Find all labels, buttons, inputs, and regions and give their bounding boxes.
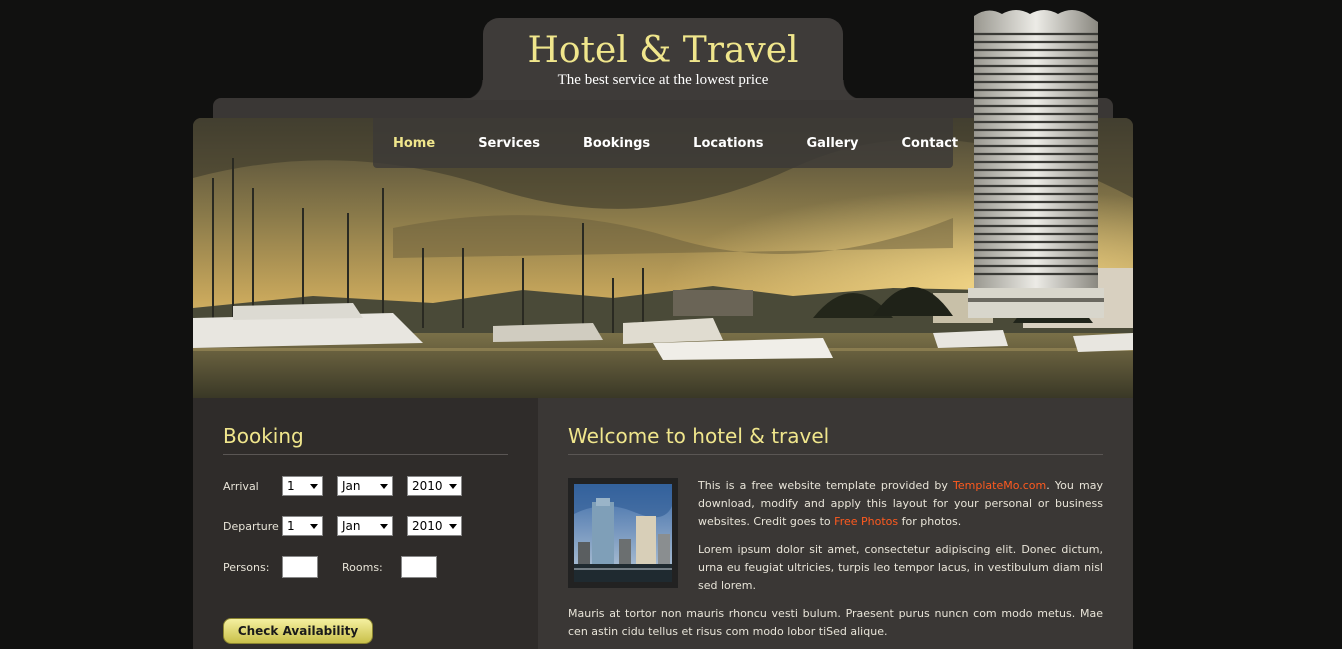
welcome-title: Welcome to hotel & travel <box>568 424 830 448</box>
intro-text-end: for photos. <box>898 515 962 528</box>
chevron-down-icon <box>380 484 388 489</box>
arrival-month-value: Jan <box>342 479 361 493</box>
departure-month-value: Jan <box>342 519 361 533</box>
lorem-paragraph: Lorem ipsum dolor sit amet, consectetur … <box>698 543 1103 592</box>
chevron-down-icon <box>449 484 457 489</box>
rooms-label: Rooms: <box>342 561 383 574</box>
arrival-year-value: 2010 <box>412 479 443 493</box>
arrival-month-select[interactable]: Jan <box>337 476 393 496</box>
nav-bookings[interactable]: Bookings <box>583 136 650 151</box>
nav-services[interactable]: Services <box>478 136 540 151</box>
nav-home[interactable]: Home <box>393 136 435 151</box>
arrival-day-value: 1 <box>287 479 295 493</box>
arrival-label: Arrival <box>223 480 259 493</box>
rooms-input[interactable] <box>401 556 437 578</box>
nav-gallery[interactable]: Gallery <box>806 136 858 151</box>
persons-label: Persons: <box>223 561 270 574</box>
welcome-divider <box>568 454 1103 455</box>
intro-text-start: This is a free website template provided… <box>698 479 954 492</box>
departure-day-select[interactable]: 1 <box>282 516 323 536</box>
departure-year-value: 2010 <box>412 519 443 533</box>
templatemo-link[interactable]: TemplateMo.com <box>953 479 1046 492</box>
logo-tab: Hotel & Travel The best service at the l… <box>463 18 863 100</box>
nav-contact[interactable]: Contact <box>902 136 959 151</box>
check-availability-button[interactable]: Check Availability <box>223 618 373 644</box>
free-photos-link[interactable]: Free Photos <box>834 515 898 528</box>
chevron-down-icon <box>380 524 388 529</box>
tower-image <box>938 6 1118 336</box>
mauris-paragraph: Mauris at tortor non mauris rhoncu vesti… <box>568 607 1103 638</box>
city-thumbnail <box>568 478 678 588</box>
departure-month-select[interactable]: Jan <box>337 516 393 536</box>
departure-day-value: 1 <box>287 519 295 533</box>
nav-locations[interactable]: Locations <box>693 136 763 151</box>
booking-panel: Booking Arrival 1 Jan 2010 Departure 1 J… <box>193 398 538 649</box>
chevron-down-icon <box>310 484 318 489</box>
chevron-down-icon <box>310 524 318 529</box>
site-tagline: The best service at the lowest price <box>557 72 769 88</box>
persons-input[interactable] <box>282 556 318 578</box>
booking-divider <box>223 454 508 455</box>
departure-label: Departure <box>223 520 279 533</box>
intro-paragraph: This is a free website template provided… <box>698 477 1103 531</box>
booking-title: Booking <box>223 424 304 448</box>
main-nav: Home Services Bookings Locations Gallery… <box>373 118 958 168</box>
arrival-day-select[interactable]: 1 <box>282 476 323 496</box>
chevron-down-icon <box>449 524 457 529</box>
welcome-panel: Welcome to hotel & travel This is a free… <box>538 398 1133 649</box>
site-title: Hotel & Travel <box>527 30 799 71</box>
departure-year-select[interactable]: 2010 <box>407 516 462 536</box>
arrival-year-select[interactable]: 2010 <box>407 476 462 496</box>
